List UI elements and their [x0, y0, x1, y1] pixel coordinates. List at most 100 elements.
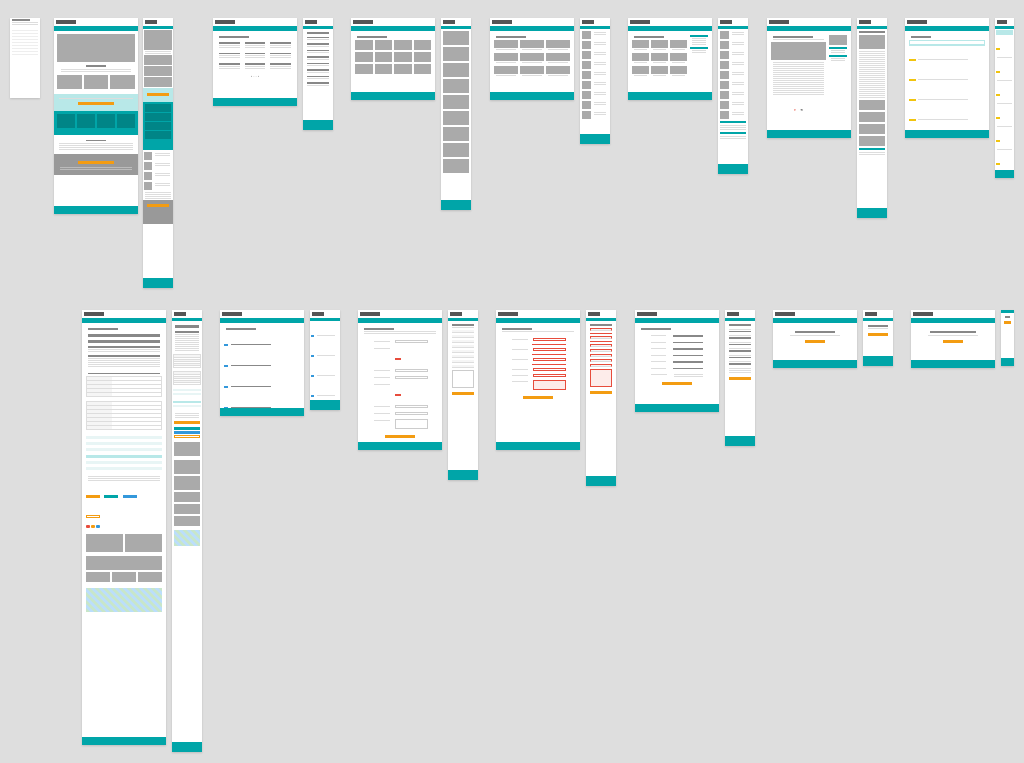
feature-card[interactable]	[97, 114, 115, 128]
map-embed[interactable]	[174, 530, 200, 546]
nav-bar[interactable]	[143, 26, 173, 29]
artboard-form-confirm-desktop[interactable]	[635, 310, 719, 412]
textarea-input[interactable]	[395, 419, 428, 429]
artboard-article-desktop[interactable]: ♥ ⟲	[767, 18, 851, 138]
text-input[interactable]	[395, 340, 428, 343]
card[interactable]	[355, 52, 373, 62]
submit-button[interactable]	[523, 396, 553, 399]
map-embed[interactable]	[86, 588, 162, 612]
artboard-form-error-desktop[interactable]	[496, 310, 580, 450]
text-input[interactable]	[452, 330, 474, 333]
search-box[interactable]	[996, 30, 1013, 35]
artboard-news-mobile[interactable]	[718, 18, 748, 174]
back-button[interactable]	[805, 340, 825, 343]
cta-button[interactable]	[147, 204, 169, 207]
card[interactable]	[375, 40, 393, 50]
card[interactable]	[355, 64, 373, 74]
artboard-list-c-desktop[interactable]	[490, 18, 574, 100]
back-button[interactable]	[868, 333, 888, 336]
artboard-thanks-a-desktop[interactable]	[773, 310, 857, 368]
outline-button[interactable]	[86, 515, 100, 518]
link-item[interactable]	[231, 344, 271, 346]
logo	[305, 20, 317, 24]
card[interactable]	[144, 77, 172, 87]
card[interactable]	[394, 40, 412, 50]
select-input[interactable]	[395, 405, 428, 408]
card[interactable]	[375, 52, 393, 62]
artboard-form-confirm-mobile[interactable]	[725, 310, 755, 446]
artboard-list-b-mobile[interactable]	[441, 18, 471, 210]
artboard-list-b-desktop[interactable]	[351, 18, 435, 100]
badge-info	[96, 525, 100, 528]
text-input[interactable]	[395, 412, 428, 415]
text-input-error[interactable]	[533, 338, 566, 341]
artboard-search-mobile[interactable]	[995, 18, 1014, 178]
artboard-home-desktop[interactable]	[54, 18, 138, 214]
card-image[interactable]	[57, 75, 82, 89]
footer	[351, 92, 435, 100]
logo	[353, 20, 373, 24]
submit-button[interactable]	[729, 377, 751, 380]
logo	[360, 312, 380, 316]
text-input[interactable]	[395, 369, 428, 372]
artboard-news-desktop[interactable]	[628, 18, 712, 100]
submit-button[interactable]	[662, 382, 692, 385]
artboard-article-mobile[interactable]	[857, 18, 887, 218]
search-input[interactable]	[910, 41, 984, 44]
cta-button[interactable]	[78, 161, 114, 164]
card[interactable]	[144, 55, 172, 65]
textarea[interactable]	[452, 370, 474, 388]
nav-item[interactable]	[12, 52, 38, 55]
submit-button[interactable]	[590, 391, 612, 394]
card[interactable]	[394, 52, 412, 62]
feature-card[interactable]	[117, 114, 135, 128]
footer	[863, 356, 893, 366]
logo	[498, 312, 518, 316]
sidebar	[690, 35, 708, 77]
artboard-links-desktop[interactable]	[220, 310, 304, 416]
badge-danger	[86, 525, 90, 528]
card[interactable]	[414, 52, 432, 62]
artboard-list-a-desktop[interactable]: ‹ · · · ›	[213, 18, 297, 106]
submit-button[interactable]	[385, 435, 415, 438]
artboard-links-mobile[interactable]	[310, 310, 340, 410]
sidebar-banner[interactable]	[829, 35, 847, 45]
text-input[interactable]	[395, 376, 428, 379]
card[interactable]	[414, 64, 432, 74]
back-button[interactable]	[943, 340, 963, 343]
cta-button[interactable]	[147, 93, 169, 96]
card[interactable]	[394, 64, 412, 74]
card-image[interactable]	[84, 75, 109, 89]
artboard-sidebar-nav[interactable]	[10, 18, 40, 98]
card[interactable]	[144, 66, 172, 76]
card-image[interactable]	[110, 75, 135, 89]
artboard-components-mobile[interactable]	[172, 310, 202, 752]
artboard-thanks-b-desktop[interactable]	[911, 310, 995, 368]
feature-card[interactable]	[57, 114, 75, 128]
info-button[interactable]	[123, 495, 137, 498]
card[interactable]	[355, 40, 373, 50]
secondary-button[interactable]	[104, 495, 118, 498]
design-canvas[interactable]: ‹ · · · › ♥ ⟲	[10, 10, 1014, 753]
primary-button[interactable]	[86, 495, 100, 498]
footer	[358, 442, 442, 450]
artboard-list-a-mobile[interactable]	[303, 18, 333, 130]
artboard-thanks-a-mobile[interactable]	[863, 310, 893, 366]
artboard-list-c-mobile[interactable]	[580, 18, 610, 144]
footer	[586, 476, 616, 486]
feature-section	[54, 111, 138, 135]
artboard-home-mobile[interactable]	[143, 18, 173, 288]
pagination[interactable]: ‹ · · · ›	[217, 74, 293, 78]
textarea-error[interactable]	[533, 380, 566, 390]
cta-button[interactable]	[78, 102, 114, 105]
feature-card[interactable]	[77, 114, 95, 128]
artboard-components-desktop[interactable]	[82, 310, 166, 745]
artboard-search-desktop[interactable]: ‹ · · · ›	[905, 18, 989, 138]
submit-button[interactable]	[452, 392, 474, 395]
artboard-form-desktop[interactable]	[358, 310, 442, 450]
artboard-form-mobile[interactable]	[448, 310, 478, 480]
artboard-thanks-b-mobile[interactable]	[1001, 310, 1014, 366]
card[interactable]	[414, 40, 432, 50]
artboard-form-error-mobile[interactable]	[586, 310, 616, 486]
card[interactable]	[375, 64, 393, 74]
